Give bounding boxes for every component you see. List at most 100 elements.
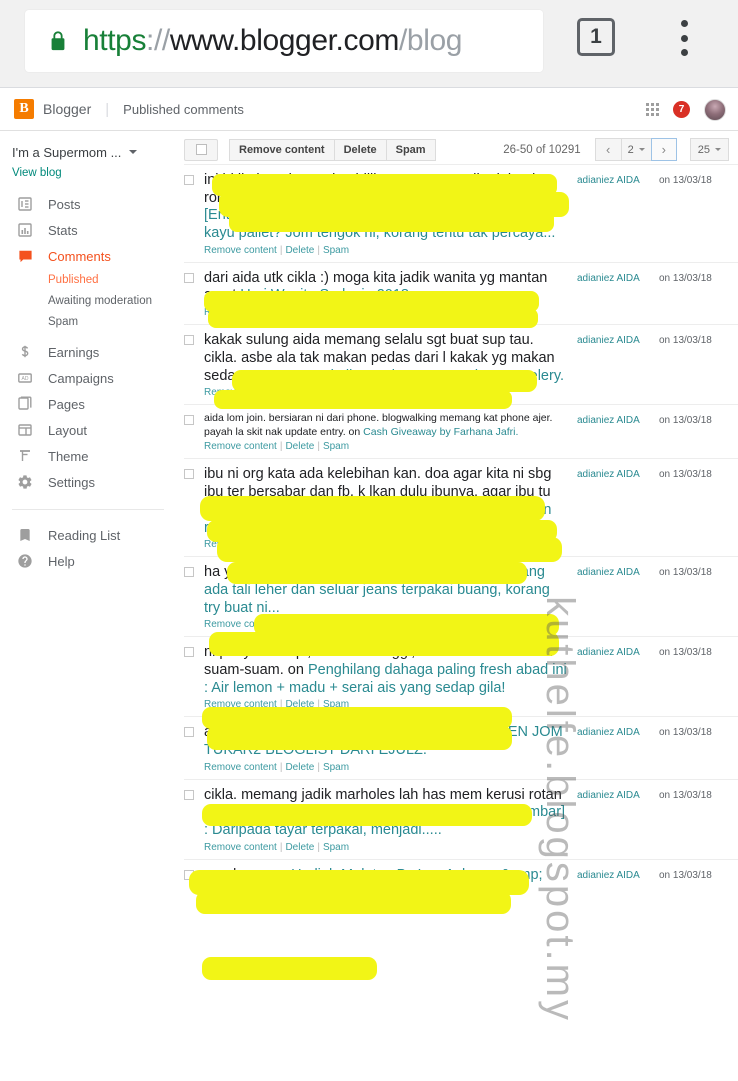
- row-spam-link[interactable]: Spam: [323, 619, 349, 630]
- comment-post-link[interactable]: Cash Giveaway by Farhana Jafri.: [363, 426, 518, 438]
- row-spam-link[interactable]: Spam: [323, 762, 349, 773]
- row-delete-link[interactable]: Delete: [285, 245, 314, 256]
- row-checkbox[interactable]: [184, 466, 204, 550]
- comment-text-segment: aida blogwalking dari reading list aje. …: [204, 724, 466, 741]
- row-delete-link[interactable]: Delete: [285, 387, 314, 398]
- row-spam-link[interactable]: Spam: [323, 842, 349, 853]
- comment-author[interactable]: adianiez AIDA: [577, 466, 659, 550]
- row-checkbox[interactable]: [184, 412, 204, 452]
- view-blog-link[interactable]: View blog: [0, 163, 176, 191]
- sidebar-item-stats[interactable]: Stats: [0, 217, 176, 243]
- row-delete-link[interactable]: Delete: [285, 842, 314, 853]
- row-remove-content-link[interactable]: Remove content: [204, 842, 277, 853]
- row-delete-link[interactable]: Delete: [285, 762, 314, 773]
- page-number-select[interactable]: 2: [620, 138, 651, 161]
- sidebar-item-layout[interactable]: Layout: [0, 417, 176, 443]
- avatar[interactable]: [704, 98, 726, 121]
- row-remove-content-link[interactable]: Remove content: [204, 245, 277, 256]
- comment-author[interactable]: adianiez AIDA: [577, 787, 659, 853]
- table-row[interactable]: dari aida utk cikla :) moga kita jadik w…: [184, 261, 738, 324]
- comment-author[interactable]: adianiez AIDA: [577, 332, 659, 398]
- comment-author[interactable]: adianiez AIDA: [577, 564, 659, 630]
- table-row[interactable]: aida lom join. bersiaran ni dari phone. …: [184, 404, 738, 458]
- row-spam-link[interactable]: Spam: [323, 904, 349, 915]
- table-row[interactable]: cikla. memang jadik marholes lah has mem…: [184, 778, 738, 859]
- table-row[interactable]: kakak sulung aida memang selalu sgt buat…: [184, 324, 738, 404]
- row-checkbox[interactable]: [184, 724, 204, 772]
- row-checkbox[interactable]: [184, 644, 204, 710]
- row-remove-content-link[interactable]: Remove content: [204, 762, 277, 773]
- sidebar-item-campaigns[interactable]: AD Campaigns: [0, 365, 176, 391]
- row-spam-link[interactable]: Spam: [323, 245, 349, 256]
- select-all-checkbox[interactable]: [184, 138, 218, 161]
- comment-author[interactable]: adianiez AIDA: [577, 270, 659, 318]
- tab-counter-button[interactable]: 1: [577, 18, 615, 56]
- sidebar-item-comments[interactable]: Comments: [0, 243, 176, 269]
- row-remove-content-link[interactable]: Remove content: [204, 387, 277, 398]
- row-remove-content-link[interactable]: Remove content: [204, 619, 277, 630]
- remove-content-button[interactable]: Remove content: [229, 138, 334, 161]
- address-bar[interactable]: https://www.blogger.com/blog: [25, 10, 543, 72]
- apps-grid-icon[interactable]: [646, 103, 659, 116]
- comment-author[interactable]: adianiez AIDA: [577, 644, 659, 710]
- row-checkbox[interactable]: [184, 564, 204, 630]
- comment-post-link[interactable]: reaway Hadiah Meletop By Lea Azleeya &am…: [204, 867, 543, 901]
- comment-author[interactable]: adianiez AIDA: [577, 867, 659, 915]
- sidebar-item-settings[interactable]: Settings: [0, 469, 176, 495]
- row-spam-link[interactable]: Spam: [323, 699, 349, 710]
- row-remove-content-link[interactable]: Remove content: [204, 699, 277, 710]
- table-row[interactable]: aida blogwalking dari reading list aje. …: [184, 716, 738, 778]
- comment-post-link[interactable]: [Entri Bergambar] Apa yang boleh dilakuk…: [204, 207, 555, 241]
- row-delete-link[interactable]: Delete: [285, 441, 314, 452]
- row-remove-content-link[interactable]: Remove content: [204, 307, 277, 318]
- per-page-select[interactable]: 25: [689, 138, 729, 161]
- kebab-menu-icon[interactable]: [676, 18, 692, 58]
- row-delete-link[interactable]: Delete: [285, 699, 314, 710]
- comment-post-link[interactable]: Hari Wanita Sedunia 2018.: [240, 287, 413, 303]
- sidebar-item-theme[interactable]: Theme: [0, 443, 176, 469]
- sidebar-item-help[interactable]: Help: [0, 548, 176, 574]
- sidebar-subitem-spam[interactable]: Spam: [0, 311, 176, 332]
- action-separator: |: [279, 841, 283, 853]
- prev-page-button[interactable]: ‹: [594, 138, 621, 161]
- row-remove-content-link[interactable]: Remove content: [204, 441, 277, 452]
- row-delete-link[interactable]: Delete: [285, 539, 314, 550]
- table-row[interactable]: ni panyar resepi, n kali seminggi, sebel…: [184, 636, 738, 716]
- table-row[interactable]: ha yg penting, tan dik sesuatu yg unik s…: [184, 556, 738, 636]
- row-spam-link[interactable]: Spam: [323, 441, 349, 452]
- sidebar-item-pages[interactable]: Pages: [0, 391, 176, 417]
- spam-button[interactable]: Spam: [385, 138, 436, 161]
- comment-post-link[interactable]: Pertama kali masak sup ayam dengan celer…: [272, 368, 564, 384]
- notification-badge[interactable]: 7: [673, 101, 690, 118]
- row-spam-link[interactable]: Spam: [323, 307, 349, 318]
- comment-author[interactable]: adianiez AIDA: [577, 172, 659, 256]
- sidebar-subitem-awaiting-moderation[interactable]: Awaiting moderation: [0, 290, 176, 311]
- row-delete-link[interactable]: Delete: [285, 619, 314, 630]
- comment-author[interactable]: adianiez AIDA: [577, 724, 659, 772]
- sidebar-item-earnings[interactable]: Earnings: [0, 339, 176, 365]
- row-remove-content-link[interactable]: Remove content: [204, 904, 277, 915]
- sidebar-item-posts[interactable]: Posts: [0, 191, 176, 217]
- sidebar-item-reading-list[interactable]: Reading List: [0, 522, 176, 548]
- blog-selector[interactable]: I'm a Supermom ...: [0, 141, 176, 163]
- row-delete-link[interactable]: Delete: [285, 904, 314, 915]
- next-page-button[interactable]: ›: [650, 138, 677, 161]
- row-checkbox[interactable]: [184, 867, 204, 915]
- delete-button[interactable]: Delete: [333, 138, 386, 161]
- row-spam-link[interactable]: Spam: [323, 539, 349, 550]
- row-delete-link[interactable]: Delete: [285, 307, 314, 318]
- row-checkbox[interactable]: [184, 332, 204, 398]
- row-checkbox[interactable]: [184, 270, 204, 318]
- row-remove-content-link[interactable]: Remove content: [204, 539, 277, 550]
- row-checkbox[interactable]: [184, 172, 204, 256]
- row-checkbox[interactable]: [184, 787, 204, 853]
- tab-count-label: 1: [590, 25, 602, 48]
- comment-author[interactable]: adianiez AIDA: [577, 412, 659, 452]
- row-spam-link[interactable]: Spam: [323, 387, 349, 398]
- table-row[interactable]: ibu ni org kata ada kelebihan kan. doa a…: [184, 458, 738, 556]
- sidebar-subitem-published[interactable]: Published: [0, 269, 176, 290]
- sidebar-item-label: Reading List: [48, 527, 121, 543]
- table-row[interactable]: ini id lia buat letang ket bilik no 2. a…: [184, 164, 738, 262]
- table-row[interactable]: good reaway Hadiah Meletop By Lea Azleey…: [184, 858, 738, 921]
- product-name[interactable]: Blogger: [43, 101, 91, 117]
